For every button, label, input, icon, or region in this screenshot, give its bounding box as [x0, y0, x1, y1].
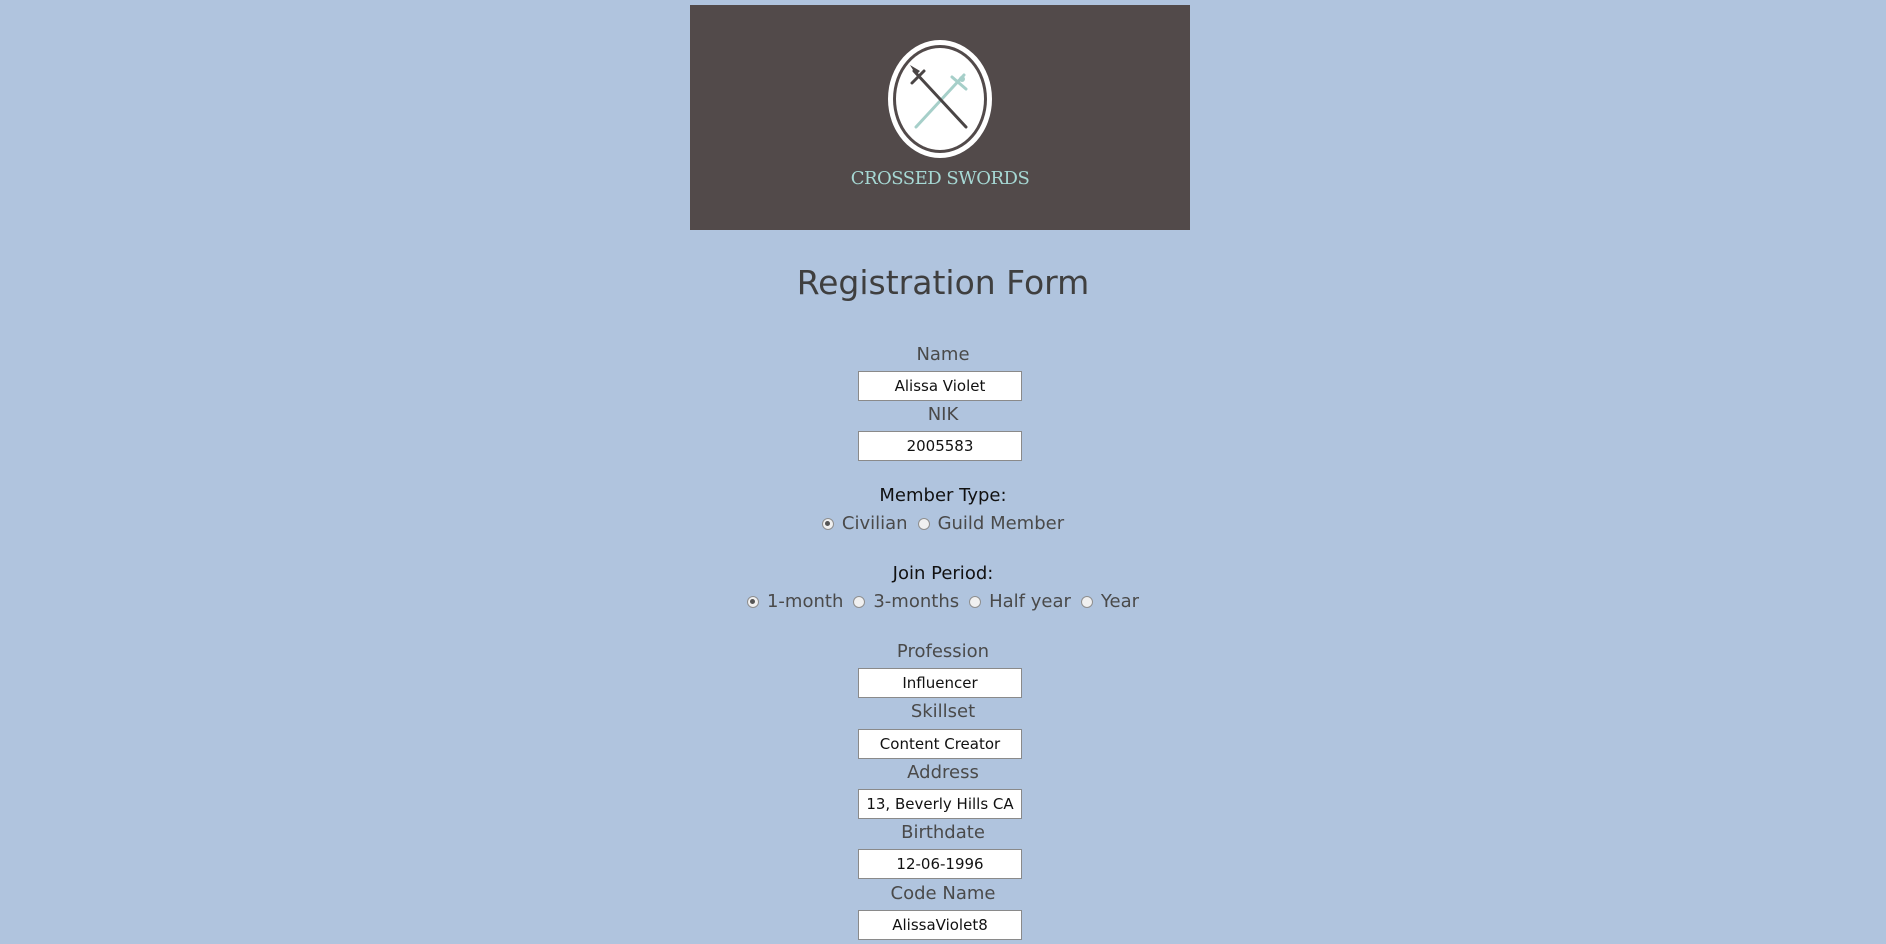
code-name-field[interactable] — [858, 910, 1022, 940]
name-field[interactable] — [858, 371, 1022, 401]
radio-option-guild-member[interactable]: Guild Member — [917, 513, 1065, 534]
radio-label: Half year — [989, 591, 1071, 612]
radio-button[interactable] — [917, 517, 930, 530]
skillset-field[interactable] — [858, 729, 1022, 759]
address-label: Address — [907, 762, 979, 783]
radio-option-half-year[interactable]: Half year — [969, 591, 1071, 612]
header-banner: CROSSED SWORDS — [690, 5, 1190, 230]
name-label: Name — [916, 344, 970, 365]
radio-label: 1-month — [766, 591, 844, 612]
code-name-label: Code Name — [890, 883, 996, 904]
radio-label: 3-months — [873, 591, 960, 612]
radio-button[interactable] — [853, 595, 866, 608]
radio-button-checked[interactable] — [746, 595, 759, 608]
radio-option-3-months[interactable]: 3-months — [853, 591, 959, 612]
radio-option-1-month[interactable]: 1-month — [746, 591, 844, 612]
member-type-radio-group: Civilian Guild Member — [0, 513, 1886, 534]
crossed-swords-emblem-icon — [888, 40, 992, 158]
join-period-label: Join Period: — [892, 563, 994, 584]
brand-name: CROSSED SWORDS — [850, 168, 1030, 189]
radio-option-year[interactable]: Year — [1080, 591, 1140, 612]
birthdate-label: Birthdate — [901, 822, 985, 843]
radio-option-civilian[interactable]: Civilian — [821, 513, 908, 534]
radio-button[interactable] — [969, 595, 982, 608]
birthdate-field[interactable] — [858, 849, 1022, 879]
join-period-radio-group: 1-month 3-months Half year Year — [0, 591, 1886, 612]
radio-button-checked[interactable] — [821, 517, 834, 530]
nik-field[interactable] — [858, 431, 1022, 461]
radio-label: Year — [1100, 591, 1140, 612]
address-field[interactable] — [858, 789, 1022, 819]
page-title: Registration Form — [796, 263, 1090, 302]
nik-label: NIK — [927, 404, 959, 425]
profession-label: Profession — [896, 641, 990, 662]
skillset-label: Skillset — [910, 701, 976, 722]
profession-field[interactable] — [858, 668, 1022, 698]
radio-label: Guild Member — [937, 513, 1065, 534]
radio-button[interactable] — [1080, 595, 1093, 608]
radio-label: Civilian — [841, 513, 908, 534]
member-type-label: Member Type: — [879, 485, 1007, 506]
